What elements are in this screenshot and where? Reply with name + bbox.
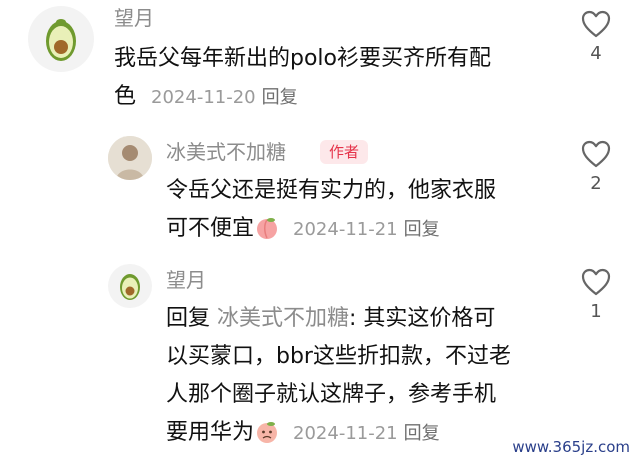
reply-button[interactable]: 回复 [404, 219, 440, 240]
peach-emoji-icon [254, 215, 280, 254]
avocado-icon [46, 19, 76, 61]
username[interactable]: 望月 [166, 266, 206, 294]
comment-line: 人那个圈子就认这牌子，参考手机 [166, 382, 497, 407]
avatar[interactable] [108, 264, 152, 308]
avocado-icon [120, 274, 140, 300]
avatar[interactable] [28, 6, 94, 72]
like-button[interactable]: 4 [576, 10, 616, 64]
comment-item: 冰美式不加糖 作者 令岳父还是挺有实力的，他家衣服 可不便宜 2024-11-2… [0, 120, 640, 260]
comment-line-rest: : 其实这价格可 [349, 306, 496, 331]
heart-icon [581, 10, 611, 38]
heart-icon [581, 140, 611, 168]
username[interactable]: 冰美式不加糖 [166, 138, 286, 166]
comment-date: 2024-11-20 [151, 87, 256, 108]
like-count: 2 [590, 173, 602, 194]
comment-line-4: 要用华为 2024-11-21 回复 [166, 414, 566, 458]
watermark: www.365jz.com [512, 438, 630, 456]
comment-text: 回复 冰美式不加糖: 其实这价格可 以买蒙口，bbr这些折扣款，不过老 人那个圈… [166, 300, 566, 458]
comment-line: 令岳父还是挺有实力的，他家衣服 [166, 178, 497, 203]
comment-date: 2024-11-21 [293, 423, 398, 444]
comment-line-tail: 可不便宜 [166, 216, 255, 241]
comment-line: 我岳父每年新出的polo衫要买齐所有配 [114, 46, 491, 71]
like-count: 1 [590, 301, 602, 322]
username[interactable]: 望月 [114, 4, 154, 32]
user-photo-icon [108, 136, 152, 180]
reply-button[interactable]: 回复 [262, 87, 298, 108]
comment-line-2: 可不便宜 2024-11-21 回复 [166, 210, 566, 254]
comment-text: 我岳父每年新出的polo衫要买齐所有配 色 2024-11-20 回复 [114, 40, 554, 117]
comment-item: 望月 回复 冰美式不加糖: 其实这价格可 以买蒙口，bbr这些折扣款，不过老 人… [0, 260, 640, 464]
comment-line-2: 色 2024-11-20 回复 [114, 78, 554, 117]
like-button[interactable]: 2 [576, 140, 616, 194]
comment-item: 望月 我岳父每年新出的polo衫要买齐所有配 色 2024-11-20 回复 4 [0, 0, 640, 120]
comment-line-tail: 要用华为 [166, 420, 255, 445]
like-count: 4 [590, 43, 602, 64]
avatar[interactable] [108, 136, 152, 180]
reply-button[interactable]: 回复 [404, 423, 440, 444]
comment-text: 令岳父还是挺有实力的，他家衣服 可不便宜 2024-11-21 回复 [166, 172, 566, 254]
reply-target-username[interactable]: 冰美式不加糖 [217, 306, 349, 331]
crying-peach-emoji-icon [254, 419, 280, 458]
heart-icon [581, 268, 611, 296]
comment-line-tail: 色 [114, 84, 137, 109]
reply-prefix: 回复 [166, 306, 211, 331]
comment-line: 以买蒙口，bbr这些折扣款，不过老 [166, 344, 511, 369]
comment-line: 回复 冰美式不加糖: 其实这价格可 [166, 300, 566, 338]
author-badge: 作者 [320, 140, 369, 164]
like-button[interactable]: 1 [576, 268, 616, 322]
comment-date: 2024-11-21 [293, 219, 398, 240]
